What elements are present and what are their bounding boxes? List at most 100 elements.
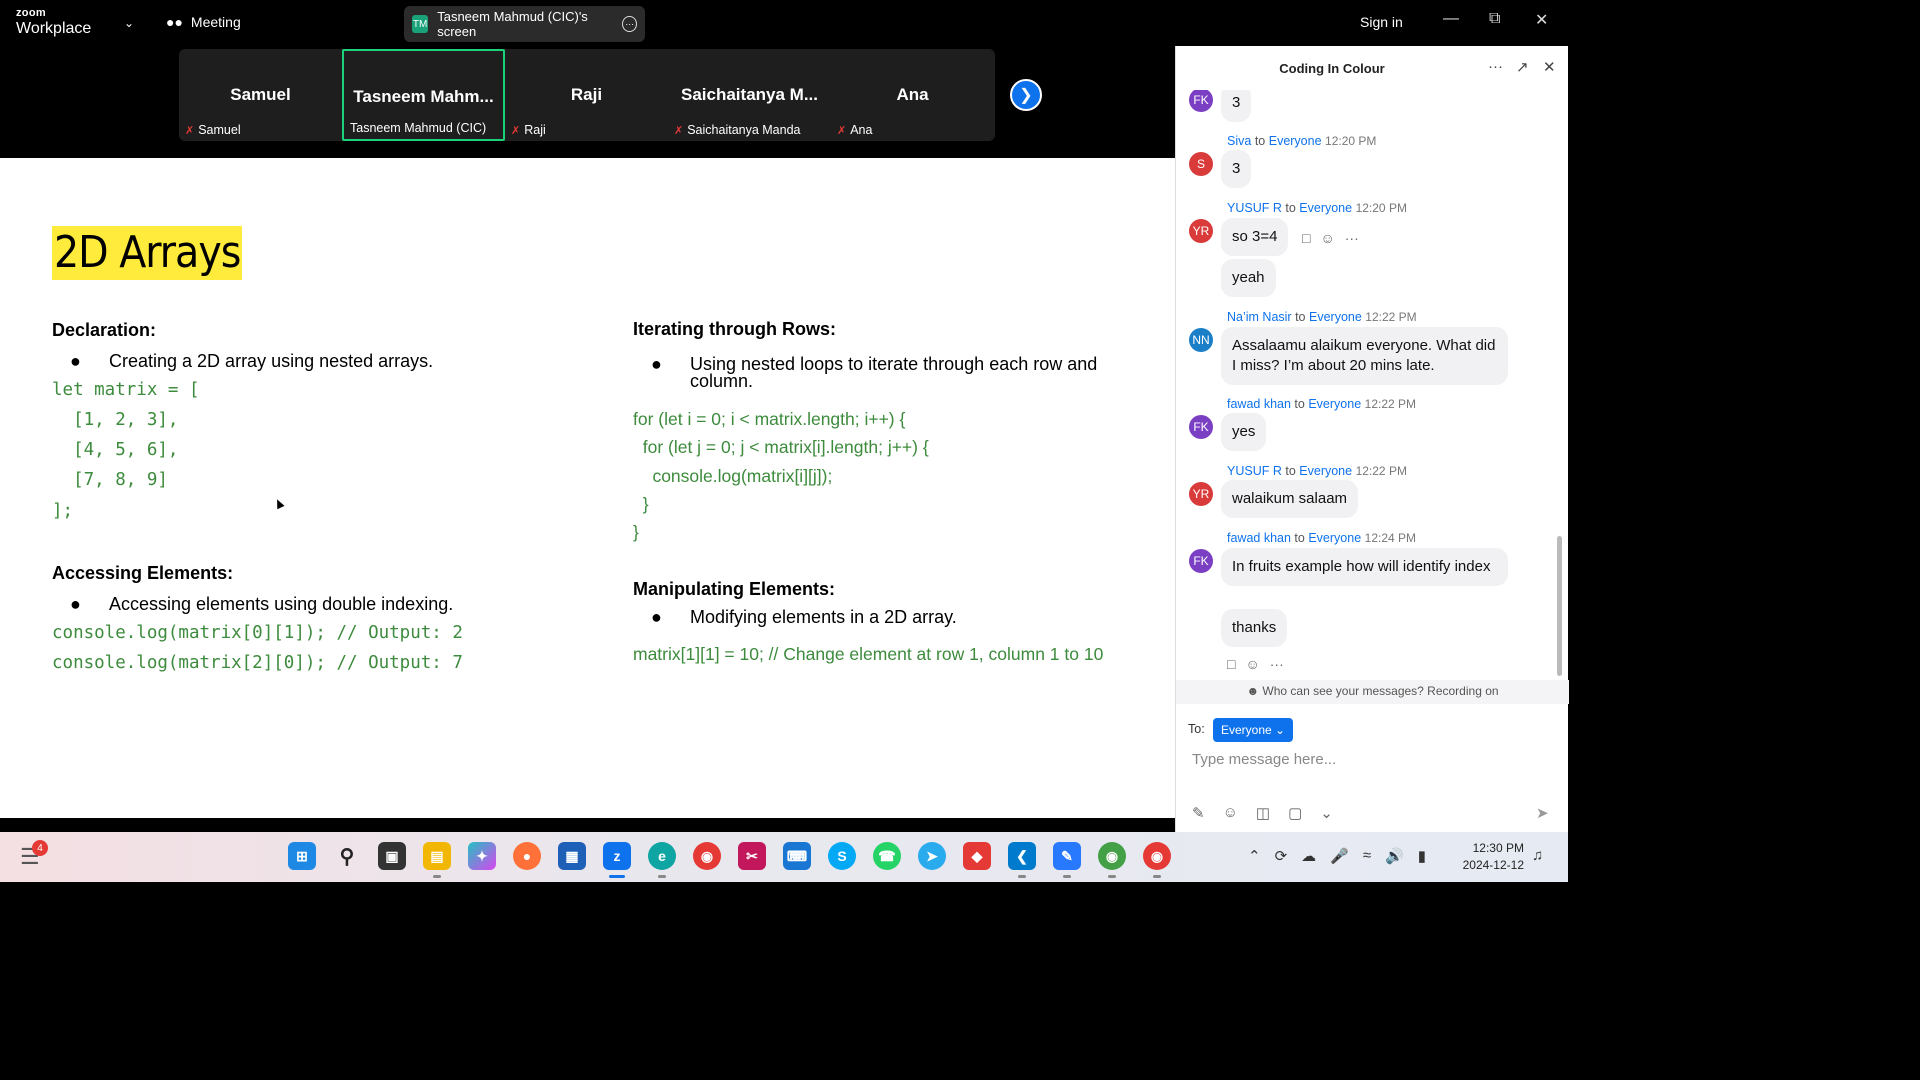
recipient-name[interactable]: Everyone: [1309, 310, 1362, 324]
message-sender-line: Na’im Nasir to Everyone 12:22 PM: [1227, 310, 1417, 324]
notification-badge: 4: [32, 840, 48, 856]
clock[interactable]: 12:30 PM 2024-12-12: [1460, 840, 1524, 874]
notification-bell-icon[interactable]: ♫: [1532, 847, 1543, 864]
store-icon[interactable]: ▦: [558, 842, 586, 870]
message-bubble[interactable]: Assalaamu alaikum everyone. What did I m…: [1221, 327, 1508, 385]
chevron-down-icon[interactable]: ⌄: [124, 16, 134, 30]
vscode-icon[interactable]: ❮: [1008, 842, 1036, 878]
title-bar: zoom Workplace ⌄ ●● Meeting TM Tasneem M…: [0, 0, 1568, 46]
chrome-icon[interactable]: ◉: [693, 842, 721, 870]
send-icon[interactable]: ➤: [1536, 804, 1549, 822]
sign-in-link[interactable]: Sign in: [1360, 14, 1403, 30]
chrome-profile-icon[interactable]: ◉: [1098, 842, 1126, 878]
emoji-reaction-icon[interactable]: ☺: [1245, 656, 1259, 672]
screenshot-icon[interactable]: ▢: [1288, 804, 1302, 822]
snipping-tool-icon[interactable]: ✂: [738, 842, 766, 870]
edge-icon[interactable]: e: [648, 842, 676, 878]
keyboard-icon[interactable]: ⌨: [783, 842, 811, 870]
recipient-name[interactable]: Everyone: [1308, 397, 1361, 411]
message-bubble[interactable]: 3: [1221, 150, 1252, 188]
participant-name: Raji: [524, 123, 546, 137]
participant-tile[interactable]: Raji ✗ Raji: [505, 49, 668, 141]
participant-tile[interactable]: Saichaitanya M... ✗ Saichaitanya Manda: [668, 49, 831, 141]
message-bubble[interactable]: In fruits example how will identify inde…: [1221, 548, 1508, 586]
volume-icon[interactable]: 🔊: [1385, 847, 1404, 865]
more-options-icon[interactable]: ···: [1270, 656, 1284, 672]
reply-icon[interactable]: □: [1227, 656, 1235, 672]
firefox-icon[interactable]: ●: [513, 842, 541, 870]
message-bubble[interactable]: so 3=4: [1221, 218, 1289, 256]
sender-name[interactable]: YUSUF R: [1227, 201, 1282, 215]
code-line: for (let j = 0; j < matrix[i].length; j+…: [633, 437, 929, 457]
telegram-icon[interactable]: ➤: [918, 842, 946, 870]
close-icon[interactable]: ✕: [1543, 58, 1556, 76]
format-text-icon[interactable]: ✎: [1192, 804, 1205, 822]
recipient-name[interactable]: Everyone: [1308, 531, 1361, 545]
meeting-menu[interactable]: ●● Meeting: [166, 14, 241, 30]
message-input[interactable]: [1192, 748, 1552, 770]
iterating-heading: Iterating through Rows:: [633, 319, 836, 339]
microphone-icon[interactable]: 🎤: [1330, 847, 1349, 865]
sender-name[interactable]: YUSUF R: [1227, 464, 1282, 478]
recipient-value: Everyone: [1221, 723, 1272, 737]
privacy-notice[interactable]: ☻ Who can see your messages? Recording o…: [1176, 680, 1569, 704]
message-bubble[interactable]: walaikum salaam: [1221, 480, 1359, 518]
code-line: [7, 8, 9]: [52, 470, 168, 490]
chrome-profile-s-icon[interactable]: ◉: [1143, 842, 1171, 878]
file-icon[interactable]: ◫: [1256, 804, 1270, 822]
recipient-dropdown[interactable]: Everyone ⌄: [1213, 718, 1294, 742]
minimize-icon[interactable]: —: [1443, 10, 1459, 28]
chat-messages[interactable]: FK 3 Siva to Everyone 12:20 PM S 3 YUSUF…: [1176, 90, 1569, 680]
chevron-up-icon[interactable]: ⌃: [1248, 847, 1261, 865]
participant-tile[interactable]: Samuel ✗ Samuel: [179, 49, 342, 141]
message-time: 12:20 PM: [1355, 201, 1407, 215]
sender-name[interactable]: Na’im Nasir: [1227, 310, 1292, 324]
bullet-text-continued: column.: [690, 371, 754, 391]
recipient-name[interactable]: Everyone: [1299, 201, 1352, 215]
sender-name[interactable]: fawad khan: [1227, 397, 1291, 411]
message-sender-line: YUSUF R to Everyone 12:22 PM: [1227, 464, 1407, 478]
skype-icon[interactable]: S: [828, 842, 856, 870]
close-icon[interactable]: ✕: [1535, 10, 1548, 30]
wifi-icon[interactable]: ≈: [1363, 847, 1371, 865]
more-options-icon[interactable]: ···: [1488, 58, 1503, 75]
onedrive-icon[interactable]: ☁: [1301, 847, 1316, 865]
whatsapp-icon[interactable]: ☎: [873, 842, 901, 870]
recipient-name[interactable]: Everyone: [1269, 134, 1322, 148]
chat-scrollbar[interactable]: [1557, 536, 1562, 676]
anydesk-icon[interactable]: ◆: [963, 842, 991, 870]
manipulating-heading: Manipulating Elements:: [633, 579, 836, 599]
restore-icon[interactable]: ⧉: [1489, 10, 1500, 28]
windows-start-icon[interactable]: ⊞: [288, 842, 316, 870]
participant-tile-active[interactable]: Tasneem Mahm... Tasneem Mahmud (CIC): [342, 49, 505, 141]
task-view-icon[interactable]: ▣: [378, 842, 406, 870]
file-explorer-icon[interactable]: ▤: [423, 842, 451, 878]
sync-icon[interactable]: ⟳: [1275, 847, 1288, 865]
battery-icon[interactable]: ▮: [1418, 847, 1426, 865]
zoom-logo[interactable]: zoom Workplace: [16, 8, 91, 37]
sender-name[interactable]: fawad khan: [1227, 531, 1291, 545]
paint-icon[interactable]: ✎: [1053, 842, 1081, 878]
message-bubble[interactable]: yeah: [1221, 259, 1276, 297]
zoom-icon[interactable]: z: [603, 842, 631, 878]
copilot-icon[interactable]: ✦: [468, 842, 496, 870]
pop-out-icon[interactable]: ↗: [1516, 58, 1529, 76]
search-icon[interactable]: ⚲: [333, 842, 361, 870]
message-bubble[interactable]: 3: [1221, 90, 1252, 122]
reply-icon[interactable]: □: [1302, 230, 1310, 246]
screen-share-pill[interactable]: TM Tasneem Mahmud (CIC)'s screen ···: [404, 6, 645, 42]
emoji-icon[interactable]: ☺: [1223, 804, 1238, 822]
sender-name[interactable]: Siva: [1227, 134, 1251, 148]
message-bubble[interactable]: thanks: [1221, 609, 1288, 647]
more-options-icon[interactable]: ···: [1345, 230, 1359, 246]
recipient-name[interactable]: Everyone: [1299, 464, 1352, 478]
emoji-reaction-icon[interactable]: ☺: [1320, 230, 1334, 246]
chevron-down-icon[interactable]: ⌄: [1320, 804, 1333, 822]
participant-tile[interactable]: Ana ✗ Ana: [831, 49, 994, 141]
more-options-icon[interactable]: ···: [622, 16, 637, 32]
sharer-avatar: TM: [412, 15, 429, 33]
next-page-button[interactable]: ❯: [1010, 79, 1042, 111]
message-bubble[interactable]: yes: [1221, 413, 1267, 451]
chat-toolbar: ✎ ☺ ◫ ▢ ⌄: [1192, 804, 1333, 822]
to-word: to: [1254, 134, 1266, 148]
